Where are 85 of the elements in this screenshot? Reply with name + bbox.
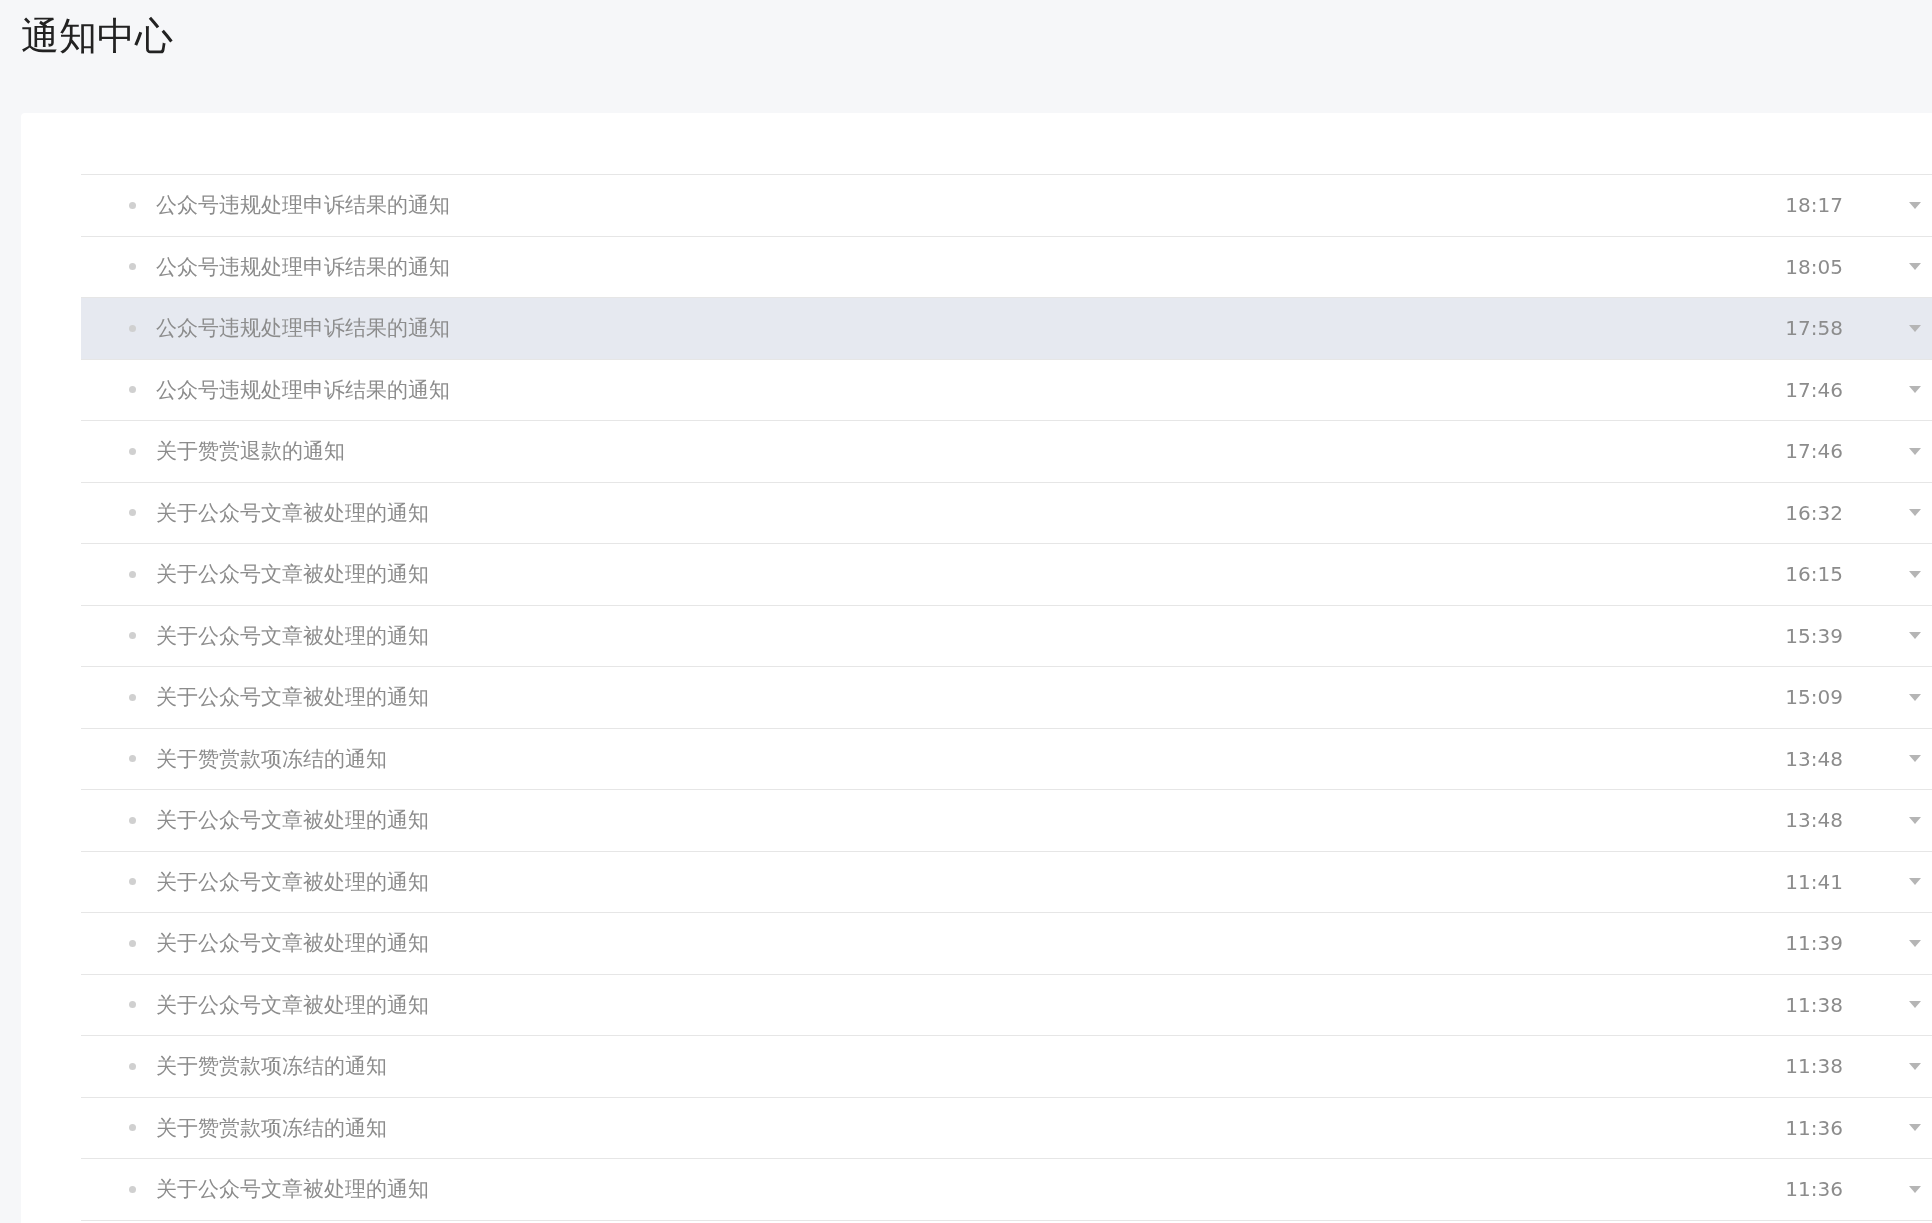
bullet-icon	[129, 816, 136, 824]
notification-title: 关于公众号文章被处理的通知	[156, 499, 430, 527]
notification-time: 18:05	[1785, 254, 1843, 279]
bullet-icon	[129, 1124, 136, 1132]
notification-row[interactable]: 公众号违规处理申诉结果的通知 17:46	[81, 359, 1932, 421]
notification-title: 关于公众号文章被处理的通知	[156, 1176, 430, 1204]
notification-row[interactable]: 关于公众号文章被处理的通知 15:09	[81, 667, 1932, 729]
bullet-icon	[129, 632, 136, 640]
caret-icon[interactable]	[1909, 1124, 1921, 1132]
bullet-icon	[129, 1001, 136, 1009]
bullet-icon	[129, 263, 136, 271]
notification-title: 关于公众号文章被处理的通知	[156, 622, 430, 650]
page-title: 通知中心	[20, 13, 174, 60]
notification-title: 关于公众号文章被处理的通知	[156, 684, 430, 712]
notification-time: 16:32	[1785, 500, 1843, 525]
notification-title: 关于公众号文章被处理的通知	[156, 868, 430, 896]
notification-row[interactable]: 关于赞赏款项冻结的通知 13:48	[81, 728, 1932, 790]
notification-title: 关于赞赏款项冻结的通知	[156, 745, 388, 773]
caret-icon[interactable]	[1909, 755, 1921, 763]
caret-icon[interactable]	[1909, 386, 1921, 394]
notification-row[interactable]: 关于公众号文章被处理的通知 11:39	[81, 913, 1932, 975]
bullet-icon	[129, 324, 136, 332]
notification-title: 公众号违规处理申诉结果的通知	[156, 192, 451, 220]
notification-title: 公众号违规处理申诉结果的通知	[156, 253, 451, 281]
notification-title: 关于赞赏款项冻结的通知	[156, 1053, 388, 1081]
notification-time: 11:36	[1785, 1177, 1843, 1202]
notification-row[interactable]: 关于公众号文章被处理的通知 11:36	[81, 1159, 1932, 1221]
caret-icon[interactable]	[1909, 201, 1921, 209]
notification-row[interactable]: 关于公众号文章被处理的通知 16:15	[81, 544, 1932, 606]
notification-time: 13:48	[1785, 808, 1843, 833]
notification-title: 公众号违规处理申诉结果的通知	[156, 376, 451, 404]
bullet-icon	[129, 447, 136, 455]
caret-icon[interactable]	[1909, 447, 1921, 455]
notification-row[interactable]: 关于赞赏款项冻结的通知 11:38	[81, 1036, 1932, 1098]
caret-icon[interactable]	[1909, 324, 1921, 332]
notification-time: 16:15	[1785, 562, 1843, 587]
notification-row[interactable]: 关于赞赏退款的通知 17:46	[81, 421, 1932, 483]
bullet-icon	[129, 201, 136, 209]
notification-title: 关于公众号文章被处理的通知	[156, 991, 430, 1019]
notification-time: 11:38	[1785, 992, 1843, 1017]
notification-title: 关于公众号文章被处理的通知	[156, 561, 430, 589]
caret-icon[interactable]	[1909, 1001, 1921, 1009]
bullet-icon	[129, 509, 136, 517]
bullet-icon	[129, 939, 136, 947]
caret-icon[interactable]	[1909, 1185, 1921, 1193]
notification-time: 11:41	[1785, 869, 1843, 894]
notification-time: 11:38	[1785, 1054, 1843, 1079]
bullet-icon	[129, 755, 136, 763]
notification-row[interactable]: 公众号违规处理申诉结果的通知 17:58	[81, 298, 1932, 360]
notification-time: 15:39	[1785, 623, 1843, 648]
notification-time: 17:46	[1785, 377, 1843, 402]
caret-icon[interactable]	[1909, 263, 1921, 271]
bullet-icon	[129, 386, 136, 394]
bullet-icon	[129, 878, 136, 886]
notification-row[interactable]: 关于赞赏款项冻结的通知 11:36	[81, 1097, 1932, 1159]
notification-time: 18:17	[1785, 193, 1843, 218]
notification-row[interactable]: 关于公众号文章被处理的通知 13:48	[81, 790, 1932, 852]
caret-icon[interactable]	[1909, 816, 1921, 824]
caret-icon[interactable]	[1909, 632, 1921, 640]
caret-icon[interactable]	[1909, 878, 1921, 886]
notification-title: 关于公众号文章被处理的通知	[156, 807, 430, 835]
notification-row[interactable]: 关于公众号文章被处理的通知 11:38	[81, 974, 1932, 1036]
bullet-icon	[129, 1062, 136, 1070]
caret-icon[interactable]	[1909, 693, 1921, 701]
caret-icon[interactable]	[1909, 939, 1921, 947]
bullet-icon	[129, 693, 136, 701]
notification-time: 17:46	[1785, 439, 1843, 464]
notification-time: 11:36	[1785, 1115, 1843, 1140]
bullet-icon	[129, 570, 136, 578]
notification-row[interactable]: 公众号违规处理申诉结果的通知 18:17	[81, 175, 1932, 237]
notification-title: 关于公众号文章被处理的通知	[156, 930, 430, 958]
caret-icon[interactable]	[1909, 570, 1921, 578]
notification-row[interactable]: 关于公众号文章被处理的通知 16:32	[81, 482, 1932, 544]
notification-title: 公众号违规处理申诉结果的通知	[156, 315, 451, 343]
notification-time: 17:58	[1785, 316, 1843, 341]
bullet-icon	[129, 1185, 136, 1193]
notification-time: 13:48	[1785, 746, 1843, 771]
notification-time: 11:39	[1785, 931, 1843, 956]
notification-row[interactable]: 关于公众号文章被处理的通知 11:41	[81, 851, 1932, 913]
caret-icon[interactable]	[1909, 509, 1921, 517]
notification-time: 15:09	[1785, 685, 1843, 710]
notification-title: 关于赞赏款项冻结的通知	[156, 1114, 388, 1142]
notification-row[interactable]: 关于公众号文章被处理的通知 15:39	[81, 605, 1932, 667]
notification-title: 关于赞赏退款的通知	[156, 438, 346, 466]
caret-icon[interactable]	[1909, 1062, 1921, 1070]
